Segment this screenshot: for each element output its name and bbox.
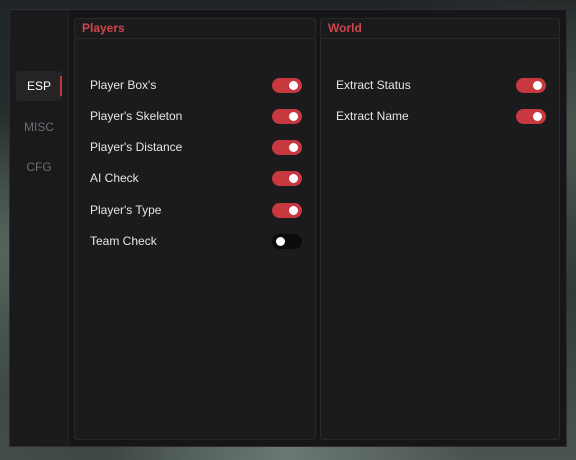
toggle-knob (289, 111, 298, 121)
option-label: Player's Type (90, 203, 162, 217)
option-player-type: Player's Type (90, 201, 302, 219)
option-label: Player Box's (90, 78, 157, 92)
option-player-distance: Player's Distance (90, 138, 302, 156)
tab-misc-label: MISC (24, 120, 54, 134)
tab-cfg[interactable]: CFG (16, 152, 62, 182)
world-panel-title: World (321, 19, 559, 39)
option-label: Player's Skeleton (90, 109, 183, 123)
tab-misc[interactable]: MISC (16, 112, 62, 142)
option-label: Extract Status (336, 78, 411, 92)
team-check-toggle[interactable] (272, 233, 302, 249)
toggle-knob (276, 236, 285, 246)
toggle-knob (289, 173, 298, 183)
option-player-box: Player Box's (90, 76, 302, 94)
toggle-knob (533, 111, 542, 121)
player-type-toggle[interactable] (272, 202, 302, 218)
option-label: Player's Distance (90, 140, 183, 154)
toggle-knob (289, 80, 298, 90)
option-extract-name: Extract Name (336, 107, 546, 125)
option-team-check: Team Check (90, 232, 302, 250)
extract-status-toggle[interactable] (516, 77, 546, 93)
option-extract-status: Extract Status (336, 76, 546, 94)
tab-cfg-label: CFG (26, 160, 52, 174)
sidebar: ESP MISC CFG (10, 10, 69, 446)
extract-name-toggle[interactable] (516, 108, 546, 124)
world-panel: World Extract Status Extract Name (320, 18, 560, 440)
player-box-toggle[interactable] (272, 77, 302, 93)
toggle-knob (289, 205, 298, 215)
tab-esp-label: ESP (26, 79, 51, 93)
toggle-knob (533, 80, 542, 90)
option-label: Extract Name (336, 109, 409, 123)
player-distance-toggle[interactable] (272, 139, 302, 155)
tab-esp[interactable]: ESP (16, 71, 62, 101)
player-skeleton-toggle[interactable] (272, 108, 302, 124)
players-panel: Players Player Box's Player's Skeleton P… (74, 18, 316, 440)
option-player-skeleton: Player's Skeleton (90, 107, 302, 125)
toggle-knob (289, 142, 298, 152)
option-label: AI Check (90, 171, 139, 185)
cheat-menu-window: ESP MISC CFG Players Player Box's Player… (9, 9, 567, 447)
ai-check-toggle[interactable] (272, 170, 302, 186)
players-panel-title: Players (75, 19, 315, 39)
option-ai-check: AI Check (90, 169, 302, 187)
option-label: Team Check (90, 234, 157, 248)
